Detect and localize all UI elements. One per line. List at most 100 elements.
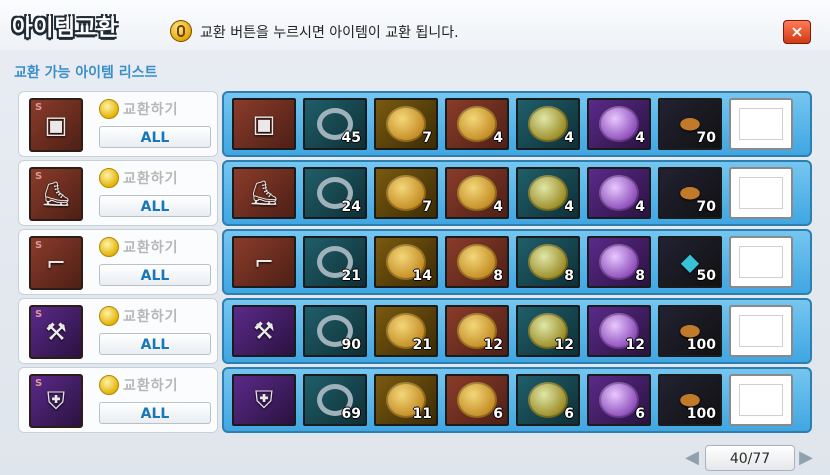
materials-panel: ⛸ 24 7 4 4 4 ⬬ 70 bbox=[222, 160, 812, 226]
material-slot[interactable]: 4 bbox=[516, 167, 580, 219]
quantity: 7 bbox=[422, 130, 432, 146]
quantity: 12 bbox=[625, 337, 645, 353]
materials-panel: ⚒ 90 21 12 12 12 ⬬ 100 bbox=[222, 298, 812, 364]
shoes-icon: ⛸ bbox=[248, 179, 280, 207]
material-slot[interactable]: 69 bbox=[303, 374, 367, 426]
material-slot[interactable]: 4 bbox=[445, 98, 509, 150]
target-panel: S ⌐ 교환하기 ALL bbox=[18, 229, 218, 295]
material-slot[interactable]: 7 bbox=[374, 98, 438, 150]
title-bar: 아이템교환 교환 버튼을 누르시면 아이템이 교환 됩니다. × bbox=[0, 0, 830, 50]
all-button[interactable]: ALL bbox=[99, 402, 211, 424]
quantity: 90 bbox=[341, 337, 361, 353]
exchange-icon bbox=[99, 375, 119, 395]
next-page-button[interactable]: ▶ bbox=[797, 447, 815, 469]
all-button[interactable]: ALL bbox=[99, 333, 211, 355]
quantity: 21 bbox=[341, 268, 361, 284]
quantity: 4 bbox=[493, 199, 503, 215]
material-slot[interactable]: 12 bbox=[445, 305, 509, 357]
target-panel: S ▣ 교환하기 ALL bbox=[18, 91, 218, 157]
exchange-row: S ⛨ 교환하기 ALL ⛨ 69 11 6 6 6 ⬬ 100 bbox=[0, 367, 830, 433]
all-button[interactable]: ALL bbox=[99, 195, 211, 217]
target-panel: S ⛨ 교환하기 ALL bbox=[18, 367, 218, 433]
quantity: 8 bbox=[564, 268, 574, 284]
material-slot[interactable]: 4 bbox=[516, 98, 580, 150]
material-slot[interactable]: 11 bbox=[374, 374, 438, 426]
target-panel: S ⚒ 교환하기 ALL bbox=[18, 298, 218, 364]
material-slot[interactable]: 21 bbox=[303, 236, 367, 288]
empty-slot[interactable] bbox=[729, 167, 793, 219]
quantity: 12 bbox=[554, 337, 574, 353]
material-slot[interactable]: ⛸ bbox=[232, 167, 296, 219]
exchange-icon bbox=[99, 306, 119, 326]
material-slot[interactable]: ⬬ 100 bbox=[658, 305, 722, 357]
close-button[interactable]: × bbox=[783, 20, 811, 44]
material-slot[interactable]: 4 bbox=[587, 167, 651, 219]
coin-icon bbox=[528, 175, 568, 211]
empty-slot[interactable] bbox=[729, 98, 793, 150]
quantity: 4 bbox=[493, 130, 503, 146]
exchange-button[interactable]: 교환하기 bbox=[99, 236, 209, 258]
prev-page-button[interactable]: ◀ bbox=[683, 447, 701, 469]
material-slot[interactable]: 12 bbox=[516, 305, 580, 357]
material-slot[interactable]: 12 bbox=[587, 305, 651, 357]
quantity: 6 bbox=[564, 406, 574, 422]
material-slot[interactable]: 8 bbox=[445, 236, 509, 288]
quantity: 4 bbox=[564, 199, 574, 215]
material-slot[interactable]: ▣ bbox=[232, 98, 296, 150]
material-slot[interactable]: ⌐ bbox=[232, 236, 296, 288]
target-item-slot[interactable]: S ⌐ bbox=[29, 236, 83, 290]
material-slot[interactable]: 6 bbox=[445, 374, 509, 426]
coin-icon bbox=[599, 382, 639, 418]
quantity: 69 bbox=[341, 406, 361, 422]
material-slot[interactable]: ⚒ bbox=[232, 305, 296, 357]
exchange-label: 교환하기 bbox=[123, 378, 179, 394]
exchange-button[interactable]: 교환하기 bbox=[99, 167, 209, 189]
exchange-button[interactable]: 교환하기 bbox=[99, 305, 209, 327]
exchange-row: S ⚒ 교환하기 ALL ⚒ 90 21 12 12 12 ⬬ 100 bbox=[0, 298, 830, 364]
material-slot[interactable]: 21 bbox=[374, 305, 438, 357]
material-slot[interactable]: ⛨ bbox=[232, 374, 296, 426]
exchange-icon bbox=[99, 168, 119, 188]
target-item-slot[interactable]: S ⛨ bbox=[29, 374, 83, 428]
empty-slot[interactable] bbox=[729, 236, 793, 288]
material-slot[interactable]: 4 bbox=[587, 98, 651, 150]
material-slot[interactable]: 7 bbox=[374, 167, 438, 219]
exchange-label: 교환하기 bbox=[123, 309, 179, 325]
material-slot[interactable]: 14 bbox=[374, 236, 438, 288]
material-slot[interactable]: 90 bbox=[303, 305, 367, 357]
material-slot[interactable]: 8 bbox=[587, 236, 651, 288]
coin-icon bbox=[528, 106, 568, 142]
exchange-icon bbox=[99, 237, 119, 257]
empty-slot[interactable] bbox=[729, 305, 793, 357]
quantity: 21 bbox=[412, 337, 432, 353]
material-slot[interactable]: 6 bbox=[516, 374, 580, 426]
empty-slot[interactable] bbox=[729, 374, 793, 426]
info-icon bbox=[170, 20, 192, 42]
target-item-slot[interactable]: S ▣ bbox=[29, 98, 83, 152]
coin-icon bbox=[457, 106, 497, 142]
material-slot[interactable]: ◆ 50 bbox=[658, 236, 722, 288]
exchange-row: S ⌐ 교환하기 ALL ⌐ 21 14 8 8 8 ◆ 50 bbox=[0, 229, 830, 295]
material-slot[interactable]: 24 bbox=[303, 167, 367, 219]
goggles-icon: ⌐ bbox=[45, 249, 67, 277]
material-slot[interactable]: 4 bbox=[445, 167, 509, 219]
material-slot[interactable]: ⬬ 70 bbox=[658, 98, 722, 150]
material-slot[interactable]: 8 bbox=[516, 236, 580, 288]
target-item-slot[interactable]: S ⚒ bbox=[29, 305, 83, 359]
all-button[interactable]: ALL bbox=[99, 126, 211, 148]
exchange-button[interactable]: 교환하기 bbox=[99, 374, 209, 396]
material-slot[interactable]: 45 bbox=[303, 98, 367, 150]
exchange-button[interactable]: 교환하기 bbox=[99, 98, 209, 120]
all-button[interactable]: ALL bbox=[99, 264, 211, 286]
material-slot[interactable]: ⬬ 70 bbox=[658, 167, 722, 219]
material-slot[interactable]: ⬬ 100 bbox=[658, 374, 722, 426]
materials-panel: ⛨ 69 11 6 6 6 ⬬ 100 bbox=[222, 367, 812, 433]
armor-dark-icon: ⛨ bbox=[255, 386, 273, 414]
page-indicator: 40/77 bbox=[705, 445, 795, 471]
quantity: 6 bbox=[493, 406, 503, 422]
material-slot[interactable]: 6 bbox=[587, 374, 651, 426]
target-item-slot[interactable]: S ⛸ bbox=[29, 167, 83, 221]
quantity: 11 bbox=[412, 406, 432, 422]
shoes-icon: ⛸ bbox=[40, 180, 72, 208]
quantity: 14 bbox=[412, 268, 432, 284]
